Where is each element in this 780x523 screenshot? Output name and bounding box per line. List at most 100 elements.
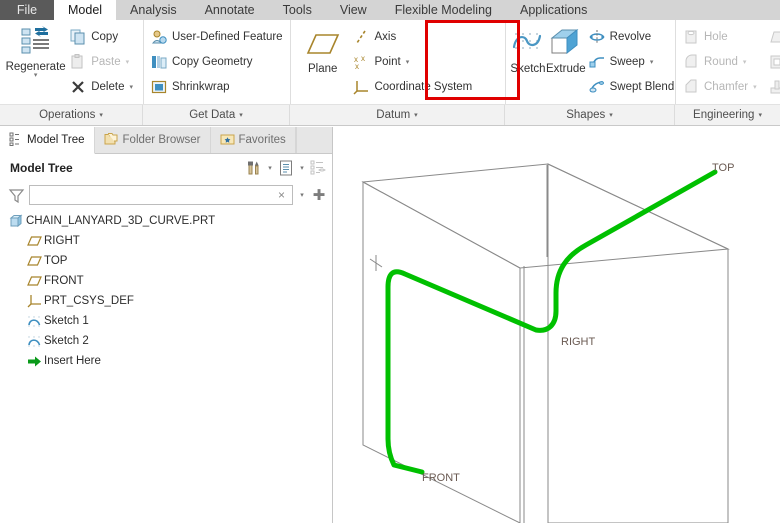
model-tree-search-box[interactable]: ×: [29, 185, 293, 205]
datum-plane-top: [361, 163, 730, 269]
tree-item-right[interactable]: RIGHT: [6, 231, 332, 251]
group-datum-caret-icon: ▾: [414, 112, 418, 119]
user-defined-feature-button[interactable]: User-Defined Feature: [148, 25, 289, 50]
rib-button[interactable]: Rib: [766, 75, 780, 100]
part-icon: [6, 213, 26, 229]
tree-item-part-root[interactable]: CHAIN_LANYARD_3D_CURVE.PRT: [6, 211, 332, 231]
sweep-caret-icon[interactable]: ▾: [650, 58, 654, 66]
tab-file[interactable]: File: [0, 0, 54, 20]
tab-flexible-modeling[interactable]: Flexible Modeling: [381, 0, 506, 20]
ribbon-group-label-bar: Operations ▾ Get Data ▾ Datum ▾ Shapes ▾…: [0, 104, 780, 126]
chamfer-caret-icon[interactable]: ▾: [753, 83, 757, 91]
copy-geometry-button[interactable]: Copy Geometry: [148, 50, 289, 75]
coordinate-system-button[interactable]: Coordinate System: [350, 75, 501, 100]
datum-axis-icon: [352, 28, 370, 46]
filter-dropdown-caret-icon[interactable]: ▾: [296, 191, 308, 199]
group-label-get-data[interactable]: Get Data ▾: [143, 105, 290, 125]
tree-item-sketch-1[interactable]: Sketch 1: [6, 311, 332, 331]
chamfer-icon: [682, 78, 700, 96]
group-label-datum-text: Datum: [376, 109, 411, 121]
revolve-button[interactable]: Revolve: [586, 25, 681, 50]
revolve-icon: [588, 28, 606, 46]
copy-button[interactable]: Copy: [67, 25, 139, 50]
3d-graphics-area[interactable]: TOP RIGHT FRONT: [334, 127, 780, 523]
swept-blend-label: Swept Blend: [609, 81, 675, 93]
round-button[interactable]: Round ▾: [680, 50, 766, 75]
tree-settings-caret-icon[interactable]: ▾: [296, 164, 308, 172]
draft-button[interactable]: Draft: [766, 25, 780, 50]
sketch-button[interactable]: Sketch: [510, 20, 546, 104]
tab-tools[interactable]: Tools: [269, 0, 326, 20]
group-label-shapes-text: Shapes: [566, 109, 606, 121]
navigator-tab-strip: Model Tree Folder Browser Favorites: [0, 127, 332, 154]
round-label: Round: [704, 56, 738, 68]
tree-item-prt-csys-def[interactable]: PRT_CSYS_DEF: [6, 291, 332, 311]
tree-item-front[interactable]: FRONT: [6, 271, 332, 291]
datum-plane-button[interactable]: Plane: [295, 20, 350, 104]
swept-blend-button[interactable]: Swept Blend: [586, 75, 681, 100]
datum-axis-marker: [369, 255, 383, 271]
shrinkwrap-button[interactable]: Shrinkwrap: [148, 75, 289, 100]
filter-funnel-icon[interactable]: [6, 185, 26, 205]
tree-display-filter-icon[interactable]: [308, 158, 328, 178]
engineering-commands-col1: Hole Round ▾ Chamfer ▾: [680, 20, 766, 104]
add-filter-icon[interactable]: ✚: [311, 186, 327, 204]
regenerate-button[interactable]: Regenerate ▾: [4, 20, 67, 104]
datum-point-label: Point: [374, 56, 401, 68]
tree-tools-caret-icon[interactable]: ▾: [264, 164, 276, 172]
datum-point-button[interactable]: x x x Point ▾: [350, 50, 501, 75]
sweep-button[interactable]: Sweep ▾: [586, 50, 681, 75]
datum-point-caret-icon[interactable]: ▾: [406, 58, 410, 66]
user-defined-feature-icon: [150, 28, 168, 46]
tab-analysis[interactable]: Analysis: [116, 0, 191, 20]
nav-tab-favorites[interactable]: Favorites: [210, 127, 296, 153]
datum-point-icon: x x x: [352, 53, 370, 71]
extrude-icon: [548, 28, 584, 61]
svg-text:x: x: [355, 62, 359, 70]
nav-tab-folder-browser[interactable]: Folder Browser: [94, 127, 211, 153]
get-data-commands: User-Defined Feature Copy Geometry Shrin…: [148, 20, 289, 104]
tree-item-top[interactable]: TOP: [6, 251, 332, 271]
sketch-feature-icon: [24, 333, 44, 349]
shapes-commands: Revolve Sweep ▾ Swept Blend: [586, 20, 681, 104]
group-label-operations[interactable]: Operations ▾: [0, 105, 143, 125]
model-tree-list: CHAIN_LANYARD_3D_CURVE.PRT RIGHT TOP FRO…: [0, 208, 332, 371]
ribbon-group-engineering: Hole Round ▾ Chamfer ▾: [675, 20, 780, 104]
tree-tools-icon[interactable]: [244, 158, 264, 178]
shell-button[interactable]: Shell: [766, 50, 780, 75]
nav-tab-model-tree[interactable]: Model Tree: [0, 127, 95, 154]
model-tree-search-input[interactable]: [34, 189, 275, 201]
tab-model[interactable]: Model: [54, 0, 117, 20]
ribbon-body: Regenerate ▾ Copy Paste ▾ Delete ▾ User-…: [0, 20, 780, 104]
coordinate-system-icon: [352, 78, 370, 96]
round-icon: [682, 53, 700, 71]
hole-button[interactable]: Hole: [680, 25, 766, 50]
datum-axis-button[interactable]: Axis: [350, 25, 501, 50]
group-label-engineering[interactable]: Engineering ▾: [675, 105, 780, 125]
datum-plane-icon: [24, 233, 44, 249]
delete-caret-icon[interactable]: ▾: [129, 83, 133, 91]
paste-label: Paste: [91, 56, 121, 68]
delete-button[interactable]: Delete ▾: [67, 75, 139, 100]
chamfer-button[interactable]: Chamfer ▾: [680, 75, 766, 100]
paste-caret-icon[interactable]: ▾: [126, 58, 130, 66]
tab-view[interactable]: View: [326, 0, 381, 20]
model-tree-title: Model Tree: [10, 161, 73, 175]
round-caret-icon[interactable]: ▾: [743, 58, 747, 66]
paste-button[interactable]: Paste ▾: [67, 50, 139, 75]
coordinate-system-icon: [24, 293, 44, 309]
extrude-button[interactable]: Extrude: [546, 20, 586, 104]
ribbon-group-datum: Plane Axis x x x Point ▾ Coordinate Syst…: [290, 20, 505, 104]
group-engineering-caret-icon: ▾: [758, 112, 762, 119]
tree-settings-icon[interactable]: [276, 158, 296, 178]
tab-applications[interactable]: Applications: [506, 0, 601, 20]
tree-item-insert-here[interactable]: Insert Here: [6, 351, 332, 371]
tab-annotate[interactable]: Annotate: [191, 0, 269, 20]
extrude-label: Extrude: [546, 63, 586, 75]
group-label-shapes[interactable]: Shapes ▾: [505, 105, 675, 125]
tree-item-label: Sketch 1: [44, 315, 89, 327]
regenerate-caret-icon[interactable]: ▾: [34, 72, 38, 79]
group-label-datum[interactable]: Datum ▾: [290, 105, 505, 125]
tree-item-sketch-2[interactable]: Sketch 2: [6, 331, 332, 351]
clear-search-icon[interactable]: ×: [275, 188, 288, 202]
